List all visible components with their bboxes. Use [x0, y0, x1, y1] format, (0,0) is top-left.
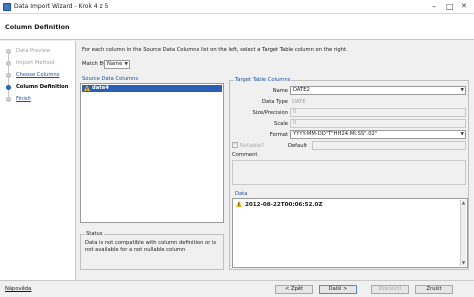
target-columns-group: Target Table Columns Name DATE2 ▼ Data T… [229, 77, 469, 270]
match-by-select[interactable]: Name ▼ [104, 60, 130, 69]
status-message: Data is not compatible with column defin… [85, 240, 217, 253]
next-button[interactable]: Další > [319, 285, 357, 294]
finish-button: Dokončit [371, 285, 409, 294]
data-list[interactable]: 2012-08-22T00:06:52.0Z ▲ ▼ [232, 198, 468, 268]
step-data-preview: Data Preview [16, 48, 51, 54]
cancel-button[interactable]: Zrušit [415, 285, 453, 294]
default-label: Default [288, 143, 307, 149]
size-precision-label: Size/Precision [252, 110, 288, 116]
comment-label: Comment [232, 152, 258, 158]
title-bar: Data Import Wizard - Krok 4 z 5 – □ ✕ [0, 0, 474, 14]
warning-icon [84, 85, 90, 93]
chevron-down-icon: ▼ [124, 62, 128, 67]
steps-sidebar: Data Preview Import Method Choose Column… [0, 41, 76, 280]
window-title: Data Import Wizard - Krok 4 z 5 [14, 3, 109, 10]
step-dot [6, 97, 11, 102]
scale-label: Scale [274, 121, 288, 127]
target-name-select[interactable]: DATE2 ▼ [290, 86, 466, 95]
match-by-label: Match By [82, 61, 107, 67]
comment-textarea [232, 160, 466, 185]
data-group: Data 2012-08-22T00:06:52.0Z ▲ ▼ [232, 191, 468, 269]
content-panel: For each column in the Source Data Colum… [77, 41, 474, 280]
step-finish[interactable]: Finish [16, 96, 31, 102]
data-row-value: 2012-08-22T00:06:52.0Z [245, 202, 323, 208]
target-name-value: DATE2 [293, 87, 310, 93]
scroll-down-icon[interactable]: ▼ [461, 260, 466, 266]
wizard-header: Column Definition [0, 14, 474, 40]
chevron-down-icon: ▼ [460, 88, 464, 93]
step-choose-columns[interactable]: Choose Columns [16, 72, 59, 78]
step-import-method: Import Method [16, 60, 55, 66]
step-dot-active [6, 85, 11, 90]
data-scrollbar[interactable]: ▲ ▼ [460, 200, 466, 266]
warning-icon [236, 201, 242, 207]
format-label: Format [269, 132, 288, 138]
help-button[interactable]: Nápověda [5, 286, 31, 292]
minimize-button[interactable]: – [432, 2, 436, 11]
nullable-label: Nullable? [240, 143, 264, 149]
step-dot [6, 73, 11, 78]
instruction-text: For each column in the Source Data Colum… [82, 47, 348, 53]
data-type-label: Data Type [262, 99, 288, 105]
page-title: Column Definition [5, 23, 70, 31]
status-label: Status [85, 231, 104, 237]
source-columns-list[interactable]: date4 [80, 83, 224, 223]
scroll-up-icon[interactable]: ▲ [461, 200, 466, 206]
source-columns-label: Source Data Columns [82, 76, 139, 82]
format-combobox[interactable]: YYYY-MM-DD"T"HH24:MI:SS".02" ▼ [290, 130, 466, 139]
step-dot [6, 49, 11, 54]
close-button[interactable]: ✕ [461, 2, 467, 11]
target-columns-label: Target Table Columns [234, 77, 292, 83]
status-group: Status Data is not compatible with colum… [80, 231, 224, 270]
source-column-name: date4 [92, 85, 109, 91]
back-button[interactable]: < Zpět [275, 285, 313, 294]
match-by-value: Name [107, 61, 123, 67]
size-precision-value: 0 [293, 109, 297, 115]
size-precision-input: 0 [290, 108, 466, 117]
step-column-definition: Column Definition [16, 84, 69, 90]
source-column-item[interactable]: date4 [82, 85, 222, 93]
data-label: Data [234, 191, 249, 197]
data-type-value: DATE [292, 99, 306, 105]
app-icon [3, 3, 11, 11]
maximize-button[interactable]: □ [446, 2, 454, 11]
wizard-window: Data Import Wizard - Krok 4 z 5 – □ ✕ Co… [0, 0, 474, 297]
wizard-footer: Nápověda < Zpět Další > Dokončit Zrušit [0, 280, 474, 297]
scale-input: 0 [290, 119, 466, 128]
scale-value: 0 [293, 120, 297, 126]
default-input [312, 141, 466, 150]
name-label: Name [272, 88, 288, 94]
nullable-checkbox [232, 141, 238, 148]
chevron-down-icon: ▼ [460, 132, 464, 137]
step-dot [6, 61, 11, 66]
format-value: YYYY-MM-DD"T"HH24:MI:SS".02" [293, 131, 378, 137]
